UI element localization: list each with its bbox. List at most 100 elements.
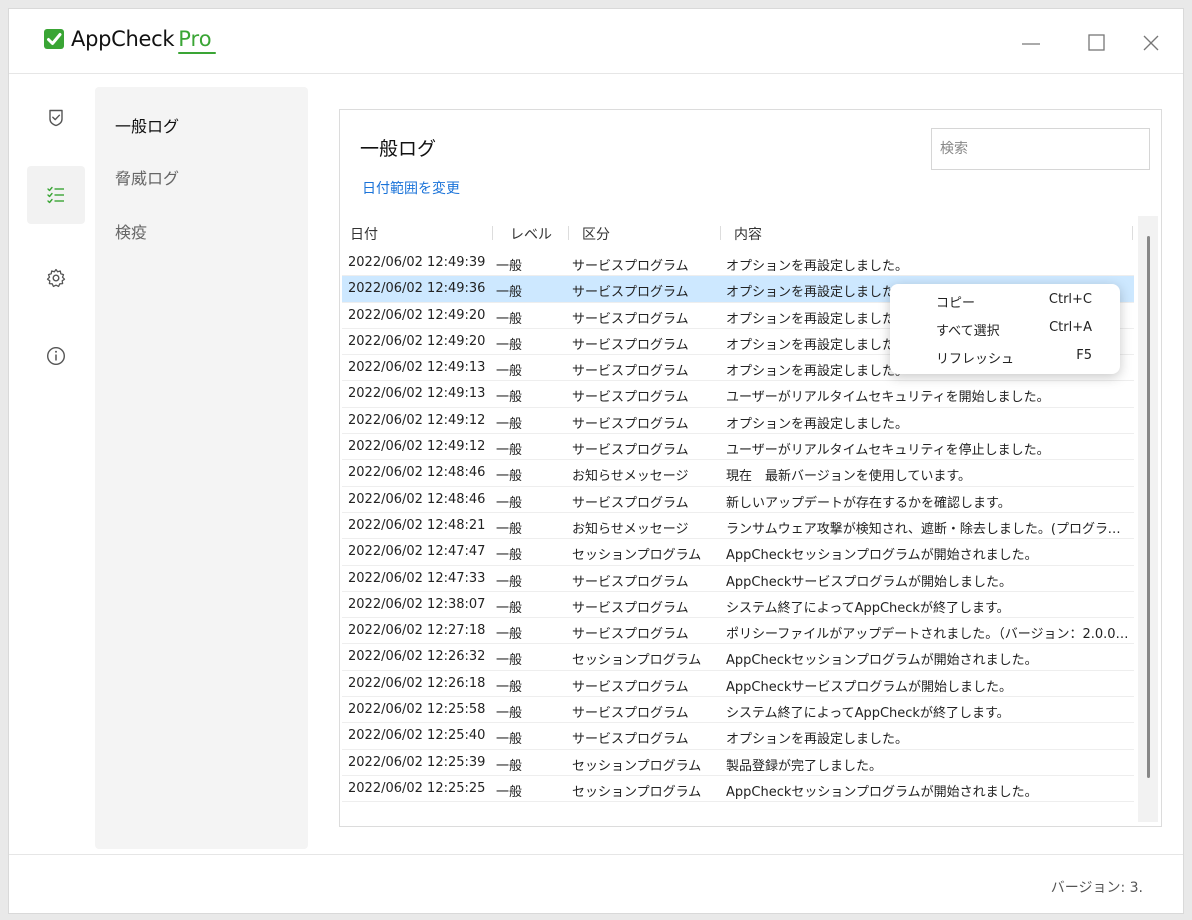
column-header-category[interactable]: 区分	[582, 224, 610, 244]
edition-underline	[178, 52, 216, 54]
cell-category: お知らせメッセージ	[572, 469, 689, 485]
cell-content: 新しいアップデートが存在するかを確認します。	[726, 495, 1011, 511]
minimize-icon[interactable]	[1019, 31, 1043, 55]
cell-category: サービスプログラム	[572, 732, 689, 748]
rail-item-settings[interactable]	[27, 249, 85, 307]
cell-level: 一般	[496, 784, 523, 800]
change-date-range-link[interactable]: 日付範囲を変更	[362, 178, 460, 198]
log-subnav: 一般ログ 脅威ログ 検疫	[95, 87, 308, 849]
subnav-item-general-log[interactable]: 一般ログ	[115, 113, 179, 137]
subnav-item-quarantine[interactable]: 検疫	[115, 219, 147, 243]
column-divider[interactable]	[720, 226, 721, 240]
cell-level: 一般	[496, 574, 523, 590]
table-row[interactable]: 2022/06/02 12:49:12 一般 サービスプログラム ユーザーがリアルタイ…	[342, 434, 1134, 461]
page-title: 一般ログ	[360, 138, 437, 160]
subnav-item-threat-log[interactable]: 脅威ログ	[115, 165, 179, 189]
cell-level: 一般	[496, 443, 523, 459]
cell-content: ポリシーファイルがアップデートされました。（バージョン：2.0.0.0、リビ..…	[726, 627, 1131, 643]
context-menu-refresh[interactable]: リフレッシュ F5	[890, 344, 1120, 370]
column-divider[interactable]	[568, 226, 569, 240]
table-row[interactable]: 2022/06/02 12:48:46 一般 サービスプログラム 新しいアップデートが…	[342, 487, 1134, 513]
cell-category: サービスプログラム	[572, 311, 689, 327]
cell-content: オプションを再設定しました。	[726, 259, 909, 274]
search-input[interactable]	[931, 128, 1150, 170]
table-row[interactable]: 2022/06/02 12:25:25 一般 セッションプログラム AppCheckセ…	[342, 776, 1134, 803]
cell-content: オプションを再設定しました。	[726, 732, 909, 748]
table-row[interactable]: 2022/06/02 12:38:07 一般 サービスプログラム システム終了によって…	[342, 592, 1134, 619]
column-header-date[interactable]: 日付	[350, 224, 378, 244]
cell-date: 2022/06/02 12:49:20	[348, 333, 486, 349]
table-row[interactable]: 2022/06/02 12:25:40 一般 サービスプログラム オプションを再設定し…	[342, 723, 1134, 750]
column-header-level[interactable]: レベル	[510, 224, 552, 244]
cell-level: 一般	[496, 706, 523, 722]
cell-date: 2022/06/02 12:25:39	[348, 754, 486, 770]
cell-category: サービスプログラム	[572, 627, 689, 643]
table-row[interactable]: 2022/06/02 12:49:12 一般 サービスプログラム オプションを再設定し…	[342, 408, 1134, 435]
table-row[interactable]: 2022/06/02 12:49:39 一般 サービスプログラム オプションを再設定し…	[342, 250, 1134, 277]
cell-level: 一般	[496, 285, 523, 301]
maximize-icon[interactable]	[1085, 31, 1109, 55]
rail-item-logs[interactable]	[27, 166, 85, 224]
table-row[interactable]: 2022/06/02 12:26:32 一般 セッションプログラム AppCheckセ…	[342, 644, 1134, 671]
table-header: 日付 レベル 区分 内容	[342, 216, 1134, 248]
app-window: AppCheck Pro 一般ログ 脅威ログ 検疫 一般ログ 日付範囲を変更 検…	[8, 8, 1184, 914]
cell-date: 2022/06/02 12:27:18	[348, 623, 486, 639]
cell-date: 2022/06/02 12:25:25	[348, 780, 486, 796]
cell-content: AppCheckセッションプログラムが開始されました。	[726, 653, 1038, 669]
cell-date: 2022/06/02 12:48:21	[348, 517, 486, 533]
version-label: バージョン: 3.	[1050, 880, 1143, 896]
cell-category: セッションプログラム	[572, 548, 702, 564]
logo-check-icon	[44, 29, 64, 49]
gear-icon	[46, 268, 66, 288]
app-edition: Pro	[178, 27, 216, 54]
cell-category: サービスプログラム	[572, 495, 689, 511]
cell-date: 2022/06/02 12:49:36	[348, 281, 486, 297]
cell-category: サービスプログラム	[572, 600, 689, 616]
context-menu-shortcut: F5	[1076, 348, 1092, 363]
cell-date: 2022/06/02 12:25:58	[348, 702, 486, 718]
table-row[interactable]: 2022/06/02 12:48:21 一般 お知らせメッセージ ランサムウェア攻撃が…	[342, 513, 1134, 540]
cell-category: セッションプログラム	[572, 758, 702, 774]
cell-date: 2022/06/02 12:26:18	[348, 675, 486, 691]
cell-category: サービスプログラム	[572, 259, 689, 274]
table-row[interactable]: 2022/06/02 12:47:33 一般 サービスプログラム AppCheckサー…	[342, 566, 1134, 592]
cell-content: 現在 最新バージョンを使用しています。	[726, 469, 972, 485]
scrollbar-thumb[interactable]	[1147, 236, 1150, 778]
table-row[interactable]: 2022/06/02 12:25:58 一般 サービスプログラム システム終了によって…	[342, 697, 1134, 724]
table-row[interactable]: 2022/06/02 12:47:47 一般 セッションプログラム AppCheckセ…	[342, 539, 1134, 566]
cell-content: システム終了によってAppCheckが終了します。	[726, 600, 1010, 616]
cell-date: 2022/06/02 12:38:07	[348, 596, 486, 612]
cell-date: 2022/06/02 12:49:39	[348, 255, 486, 270]
table-row[interactable]: 2022/06/02 12:48:46 一般 お知らせメッセージ 現在 最新バージョン…	[342, 460, 1134, 487]
cell-category: お知らせメッセージ	[572, 521, 689, 537]
table-row[interactable]: 2022/06/02 12:25:39 一般 セッションプログラム 製品登録が完了しま…	[342, 750, 1134, 776]
column-divider[interactable]	[1132, 226, 1133, 240]
column-header-content[interactable]: 内容	[734, 224, 762, 244]
cell-category: サービスプログラム	[572, 679, 689, 695]
context-menu-select-all[interactable]: すべて選択 Ctrl+A	[890, 316, 1120, 342]
close-icon[interactable]	[1139, 31, 1163, 55]
cell-level: 一般	[496, 469, 523, 485]
table-row[interactable]: 2022/06/02 12:26:18 一般 サービスプログラム AppCheckサー…	[342, 671, 1134, 698]
rail-item-info[interactable]	[27, 327, 85, 385]
context-menu-copy[interactable]: コピー Ctrl+C	[890, 288, 1120, 314]
cell-level: 一般	[496, 600, 523, 616]
cell-level: 一般	[496, 732, 523, 748]
context-menu: コピー Ctrl+C すべて選択 Ctrl+A リフレッシュ F5	[890, 284, 1120, 374]
vertical-scrollbar[interactable]	[1138, 216, 1158, 822]
cell-level: 一般	[496, 521, 523, 537]
cell-category: サービスプログラム	[572, 285, 689, 301]
table-row[interactable]: 2022/06/02 12:49:13 一般 サービスプログラム ユーザーがリアルタイ…	[342, 381, 1134, 408]
cell-date: 2022/06/02 12:47:33	[348, 570, 486, 586]
checklist-icon	[47, 186, 64, 204]
table-row[interactable]: 2022/06/02 12:27:18 一般 サービスプログラム ポリシーファイルがア…	[342, 618, 1134, 645]
cell-date: 2022/06/02 12:49:12	[348, 439, 486, 455]
app-logo: AppCheck Pro	[43, 27, 216, 54]
column-divider[interactable]	[492, 226, 493, 240]
cell-content: ユーザーがリアルタイムセキュリティを停止しました。	[726, 443, 1050, 459]
cell-date: 2022/06/02 12:47:47	[348, 544, 486, 560]
cell-content: AppCheckサービスプログラムが開始しました。	[726, 679, 1012, 695]
cell-content: AppCheckセッションプログラムが開始されました。	[726, 548, 1038, 564]
rail-item-protection[interactable]	[27, 89, 85, 147]
cell-date: 2022/06/02 12:48:46	[348, 491, 486, 507]
